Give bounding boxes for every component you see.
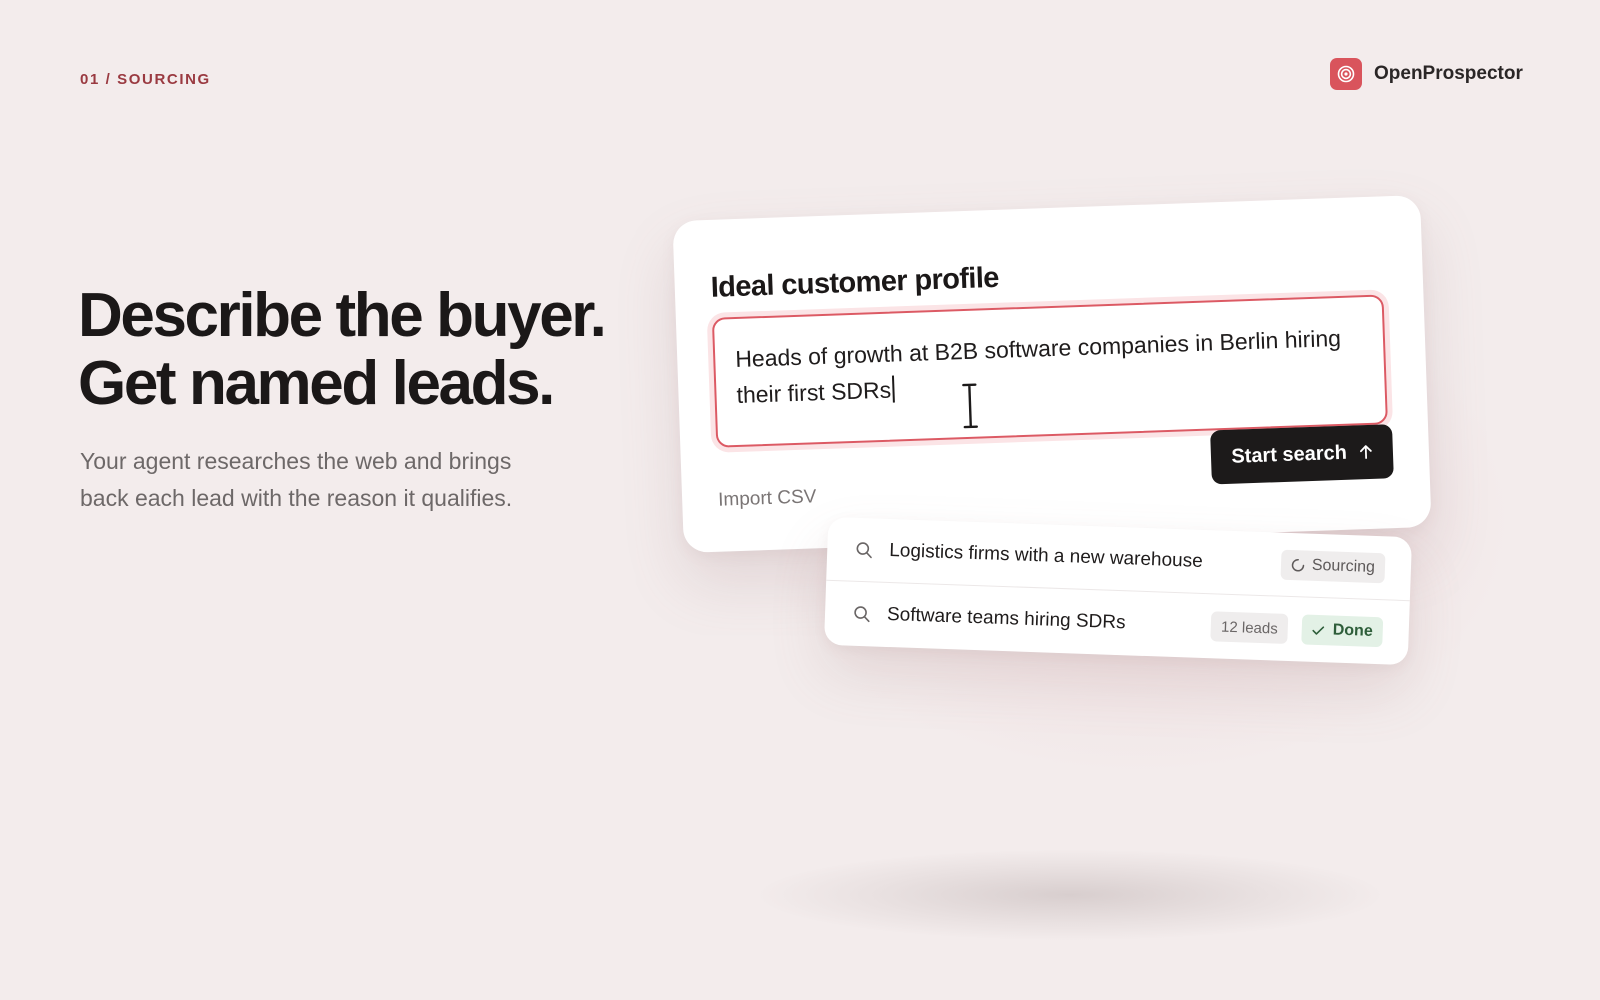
card-title: Ideal customer profile <box>710 261 1000 304</box>
search-icon <box>855 540 876 559</box>
arrow-up-icon <box>1359 445 1372 459</box>
start-search-label: Start search <box>1230 441 1348 468</box>
status-badge: Done <box>1301 614 1384 648</box>
import-csv-link[interactable]: Import CSV <box>718 486 817 511</box>
brand-name: OpenProspector <box>1374 63 1523 84</box>
recent-searches: Logistics firms with a new warehouse Sou… <box>823 516 1413 666</box>
lead-count-badge: 12 leads <box>1210 611 1289 644</box>
hero-subcopy: Your agent researches the web and brings… <box>80 448 513 511</box>
hero-headline: Describe the buyer. Get named leads. <box>78 281 607 418</box>
status-label: Done <box>1332 621 1374 640</box>
spinner-icon <box>1291 558 1305 571</box>
brand: OpenProspector <box>1330 58 1523 90</box>
check-icon <box>1312 625 1325 635</box>
icp-card: Ideal customer profile Heads of growth a… <box>672 195 1432 553</box>
text-caret <box>891 375 895 403</box>
headline-line-2: Get named leads. <box>78 349 555 418</box>
floor-shadow <box>760 850 1380 940</box>
status-label: Sourcing <box>1311 556 1376 576</box>
start-search-button[interactable]: Start search <box>1210 424 1394 485</box>
icp-input-value: Heads of growth at B2B software companie… <box>734 324 1342 409</box>
search-query: Logistics firms with a new warehouse <box>888 539 1204 572</box>
ibeam-cursor-icon <box>960 382 980 430</box>
target-icon <box>1330 58 1362 90</box>
icp-input[interactable]: Heads of growth at B2B software companie… <box>711 294 1388 448</box>
section-eyebrow: 01 / SOURCING <box>80 71 211 88</box>
headline-line-1: Describe the buyer. <box>78 281 607 350</box>
status-badge: Sourcing <box>1280 549 1386 583</box>
search-icon <box>853 605 874 624</box>
search-query: Software teams hiring SDRs <box>886 603 1126 634</box>
